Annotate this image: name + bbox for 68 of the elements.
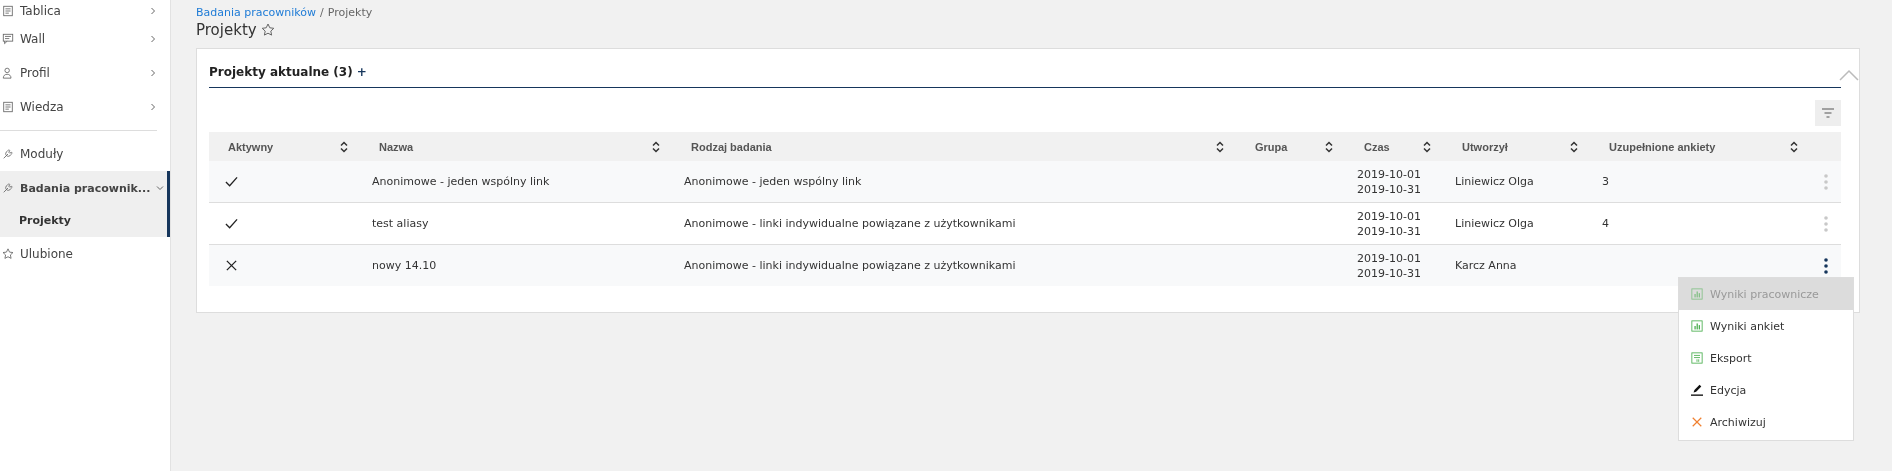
- chevron-icon: [149, 69, 157, 77]
- table-cell: 2019-10-01: [1357, 209, 1421, 223]
- star-icon[interactable]: [260, 23, 275, 37]
- sidebar-item[interactable]: Wall: [0, 22, 167, 56]
- sidebar-item[interactable]: Ulubione: [0, 237, 167, 271]
- table-cell: 2019-10-01: [1357, 251, 1421, 265]
- table-cell: Karcz Anna: [1455, 259, 1517, 272]
- column-header: Grupa: [1255, 140, 1288, 153]
- table-cell: 2019-10-31: [1357, 224, 1421, 238]
- table-cell: Anonimowe - jeden wspólny link: [684, 175, 862, 188]
- table-cell: nowy 14.10: [372, 259, 437, 272]
- column-header: Rodzaj badania: [691, 140, 772, 153]
- table-cell: 4: [1602, 217, 1609, 230]
- star-icon: [2, 248, 14, 260]
- spreadsheet-icon: [1691, 352, 1703, 364]
- chevron-icon: [149, 103, 157, 111]
- bar-chart-icon: [1691, 320, 1703, 332]
- wrench-icon: [2, 148, 14, 160]
- table-cell: Liniewicz Olga: [1455, 217, 1534, 230]
- table-cell: Liniewicz Olga: [1455, 175, 1534, 188]
- menu-item[interactable]: Wyniki ankiet: [1679, 310, 1853, 342]
- chevron-icon: [149, 7, 157, 15]
- page-title: Projekty: [196, 21, 257, 39]
- column-header: Nazwa: [379, 140, 414, 153]
- table-cell: 2019-10-31: [1357, 182, 1421, 196]
- sidebar-item[interactable]: Tablica: [0, 0, 167, 22]
- sort-icon[interactable]: [1423, 140, 1431, 153]
- sort-icon[interactable]: [340, 140, 348, 153]
- add-button[interactable]: +: [356, 65, 367, 79]
- breadcrumb-current: Projekty: [327, 6, 373, 19]
- table-cell: 2019-10-31: [1357, 266, 1421, 280]
- wrench-icon: [2, 182, 14, 194]
- table-cell: Anonimowe - jeden wspólny link: [372, 175, 550, 188]
- sidebar-item[interactable]: Wiedza: [0, 90, 167, 124]
- menu-item[interactable]: Eksport: [1679, 342, 1853, 374]
- filter-icon: [1821, 108, 1835, 118]
- sidebar-item[interactable]: Moduły: [0, 137, 167, 171]
- document-icon: [2, 5, 14, 17]
- column-header: Czas: [1364, 140, 1390, 153]
- sort-icon[interactable]: [1325, 140, 1333, 153]
- breadcrumb-link[interactable]: Badania pracowników: [196, 6, 317, 19]
- table-cell: Anonimowe - linki indywidualne powiązane z użytkownikami: [684, 217, 1016, 230]
- more-options-icon[interactable]: [1823, 257, 1828, 274]
- sort-icon[interactable]: [1216, 140, 1224, 153]
- menu-item[interactable]: Edycja: [1679, 374, 1853, 406]
- document-icon: [2, 101, 14, 113]
- table-cell: test aliasy: [372, 217, 429, 230]
- breadcrumb-separator: /: [320, 6, 324, 19]
- column-header: Utworzył: [1462, 140, 1508, 153]
- sort-icon[interactable]: [652, 140, 660, 153]
- pencil-icon: [1691, 384, 1703, 396]
- chevron-icon: [149, 35, 157, 43]
- chat-icon: [2, 33, 14, 45]
- table-cell: 3: [1602, 175, 1609, 188]
- menu-item[interactable]: Archiwizuj: [1679, 406, 1853, 438]
- sidebar-item[interactable]: Profil: [0, 56, 167, 90]
- table-cell: Anonimowe - linki indywidualne powiązane z użytkownikami: [684, 259, 1016, 272]
- sidebar-subitem[interactable]: Projekty: [0, 205, 167, 237]
- person-icon: [2, 67, 14, 79]
- panel-title: Projekty aktualne (3): [209, 65, 353, 79]
- cross-icon: [1691, 416, 1703, 428]
- column-header: Aktywny: [228, 140, 274, 153]
- bar-chart-icon: [1691, 288, 1703, 300]
- sidebar-item[interactable]: Badania pracownik...: [0, 171, 167, 205]
- table-cell: 2019-10-01: [1357, 167, 1421, 181]
- sort-icon[interactable]: [1790, 140, 1798, 153]
- column-header: Uzupełnione ankiety: [1609, 140, 1716, 153]
- sort-icon[interactable]: [1570, 140, 1578, 153]
